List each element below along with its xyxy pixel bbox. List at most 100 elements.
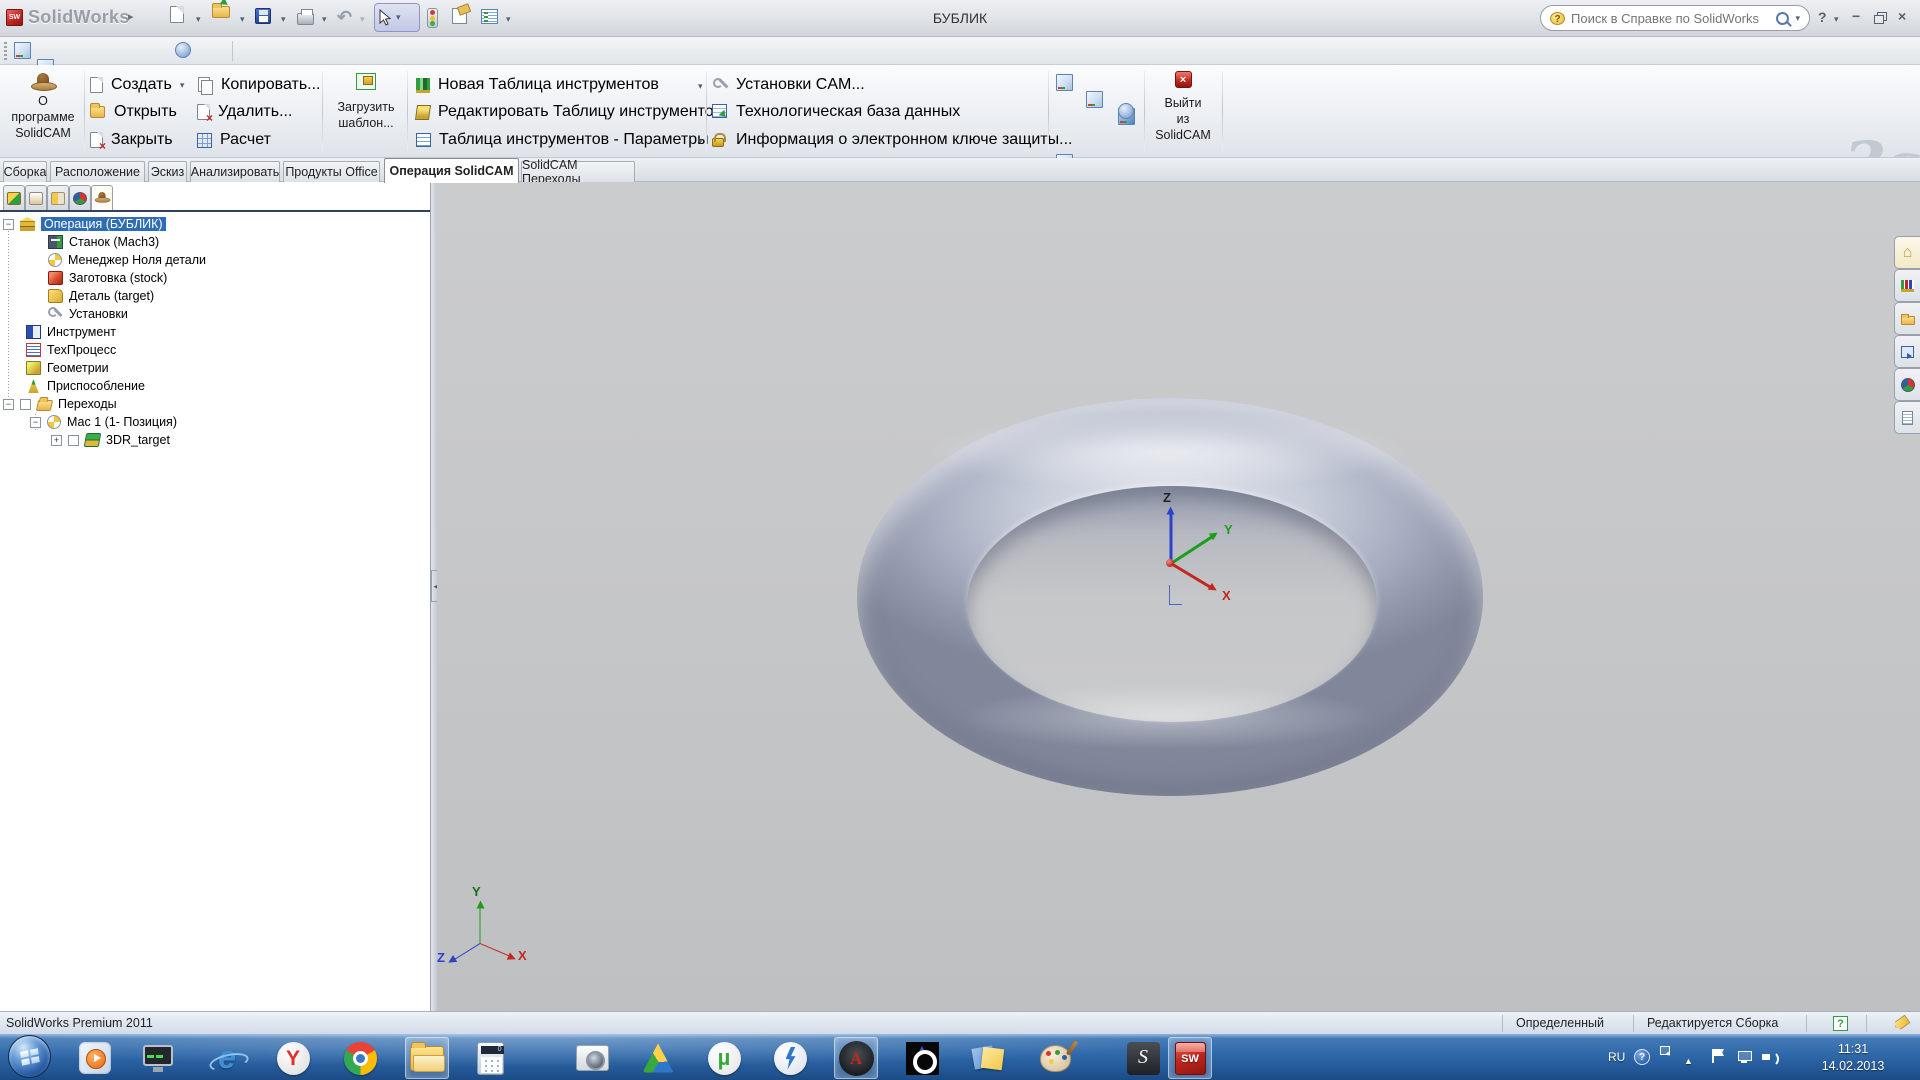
tree-item-machine[interactable]: Станок (Mach3) [0, 233, 159, 251]
open-cam-button[interactable]: Открыть [90, 103, 177, 121]
delete-button[interactable]: Удалить... [197, 103, 292, 121]
close-cam-button[interactable]: Закрыть [90, 131, 173, 149]
taskbar-item-yandex[interactable]: Y [271, 1037, 315, 1079]
copy-button[interactable]: Копировать... [197, 76, 320, 94]
calculate-button[interactable]: Расчет [197, 131, 271, 149]
cam-view-icon[interactable] [1086, 91, 1103, 108]
taskbar-item-internet-explorer[interactable]: e [205, 1037, 249, 1079]
tab-solidcam-transitions[interactable]: SolidCAM Переходы [521, 161, 635, 182]
taskbar-item-calculator[interactable] [468, 1037, 512, 1079]
edit-tool-table-button[interactable]: Редактировать Таблицу инструменто [416, 103, 714, 121]
configuration-manager-tab[interactable] [47, 185, 69, 210]
taskbar-item-daemon-tools[interactable] [768, 1037, 812, 1079]
tool-table-params-dropdown-icon[interactable]: ▾ [698, 136, 703, 147]
tree-item-label[interactable]: 3DR_target [106, 433, 170, 447]
help-button[interactable]: ? [1818, 9, 1827, 25]
expand-icon[interactable]: + [51, 435, 62, 446]
search-input[interactable] [1571, 11, 1770, 26]
help-dropdown-icon[interactable]: ▾ [1834, 14, 1839, 25]
network-icon[interactable] [1738, 1051, 1752, 1063]
tray-window-icon[interactable] [1660, 1046, 1670, 1055]
taskbar-item-alpha-app[interactable]: A [834, 1037, 878, 1079]
tree-item-geometries[interactable]: Геометрии [0, 359, 109, 377]
cam-view-icon[interactable] [1056, 74, 1073, 91]
expand-icon[interactable]: − [30, 417, 41, 428]
solidcam-manager-tab[interactable] [91, 185, 113, 210]
tree-item-process[interactable]: ТехПроцесс [0, 341, 116, 359]
tool-table-dropdown-icon[interactable]: ▾ [698, 81, 703, 92]
about-solidcam-button[interactable]: О программе SolidCAM [4, 73, 82, 141]
action-center-flag-icon[interactable] [1712, 1049, 1724, 1063]
load-template-button[interactable]: Загрузить шаблон... [330, 73, 402, 131]
cam-view-shaded-icon[interactable] [1118, 103, 1134, 119]
tab-evaluate[interactable]: Анализировать [190, 161, 280, 182]
tree-item-label[interactable]: Заготовка (stock) [69, 271, 167, 285]
taskpane-view-palette-tab[interactable] [1894, 335, 1920, 368]
search-dropdown-icon[interactable]: ▾ [1795, 13, 1800, 24]
taskbar-item-solidworks[interactable]: SW [1168, 1037, 1212, 1079]
taskbar-item-mediaget[interactable] [636, 1037, 680, 1079]
tree-item-transitions[interactable]: − Переходы [0, 395, 117, 413]
tree-item-stock[interactable]: Заготовка (stock) [0, 269, 167, 287]
tech-database-button[interactable]: Технологическая база данных [712, 103, 960, 121]
tags-icon[interactable] [1892, 1015, 1910, 1032]
taskbar-item-task-manager[interactable] [136, 1037, 180, 1079]
expand-icon[interactable]: − [3, 219, 14, 230]
tree-item-label[interactable]: Установки [69, 307, 128, 321]
tree-item-3dr-target[interactable]: + 3DR_target [0, 431, 170, 449]
graphics-viewport[interactable]: Z Y X Y X Z [437, 182, 1920, 1011]
property-manager-tab[interactable] [25, 185, 47, 210]
start-button[interactable] [8, 1035, 51, 1078]
tray-expand-icon[interactable]: ▲ [1684, 1056, 1693, 1066]
expand-icon[interactable]: − [3, 399, 14, 410]
origin-point[interactable] [1166, 559, 1174, 567]
taskbar-item-utorrent[interactable]: µ [702, 1037, 746, 1079]
taskpane-design-library-tab[interactable] [1894, 269, 1920, 302]
taskpane-custom-properties-tab[interactable] [1894, 401, 1920, 434]
dongle-info-button[interactable]: Информация о электронном ключе защиты... [712, 131, 1072, 149]
minimize-button[interactable]: − [1852, 8, 1860, 24]
tree-item-label[interactable]: Приспособление [47, 379, 145, 393]
taskbar-item-wmp[interactable] [73, 1037, 117, 1079]
tree-item-label[interactable]: ТехПроцесс [47, 343, 116, 357]
tab-sketch[interactable]: Эскиз [148, 161, 187, 182]
tree-item-settings[interactable]: Установки [0, 305, 128, 323]
tab-solidcam-operation[interactable]: Операция SolidCAM [384, 158, 519, 183]
taskpane-appearances-tab[interactable] [1894, 368, 1920, 401]
taskbar-item-explorer[interactable] [405, 1037, 449, 1079]
tree-item-label[interactable]: Геометрии [47, 361, 109, 375]
create-button[interactable]: Создать▾ [90, 76, 184, 94]
new-tool-table-button[interactable]: Новая Таблица инструментов [416, 76, 659, 94]
cam-settings-button[interactable]: Установки CAM... [712, 76, 865, 94]
volume-icon[interactable] [1762, 1050, 1778, 1064]
taskpane-home-tab[interactable]: ⌂ [1894, 236, 1920, 269]
checkbox[interactable] [68, 435, 79, 446]
taskbar-item-paint[interactable] [1033, 1037, 1077, 1079]
feature-manager-tab[interactable] [3, 185, 25, 210]
exit-solidcam-button[interactable]: × Выйти из SolidCAM [1150, 71, 1216, 143]
taskbar-item-screenshot[interactable] [570, 1037, 614, 1079]
tree-item-label[interactable]: Инструмент [47, 325, 116, 339]
taskbar-item-sticky-notes[interactable] [966, 1037, 1010, 1079]
help-search-box[interactable]: ? ▾ [1540, 5, 1810, 31]
tab-layout[interactable]: Расположение [50, 161, 145, 182]
tree-item-label[interactable]: Станок (Mach3) [69, 235, 159, 249]
close-button[interactable]: × [1898, 8, 1906, 24]
tab-assembly[interactable]: Сборка [3, 161, 47, 182]
tray-help-icon[interactable]: ? [1634, 1049, 1650, 1065]
view-front-icon[interactable] [14, 42, 31, 59]
taskbar-item-swan-app[interactable]: S [1121, 1037, 1165, 1079]
tree-item-zero-manager[interactable]: Менеджер Ноля детали [0, 251, 206, 269]
taskbar-item-chrome[interactable] [338, 1037, 382, 1079]
tree-item-fixture[interactable]: Приспособление [0, 377, 145, 395]
tool-table-params-button[interactable]: Таблица инструментов - Параметры [416, 131, 709, 149]
checkbox[interactable] [20, 399, 31, 410]
tree-item-label[interactable]: Деталь (target) [69, 289, 154, 303]
quick-tips-icon[interactable]: ? [1833, 1016, 1848, 1031]
toolbar-grip[interactable] [4, 42, 7, 60]
tree-item-label[interactable]: Менеджер Ноля детали [68, 253, 206, 267]
search-icon[interactable] [1776, 12, 1789, 25]
tree-item-target[interactable]: Деталь (target) [0, 287, 154, 305]
tree-item-operation[interactable]: − Операция (БУБЛИК) [0, 215, 166, 233]
taskbar-item-capture-app[interactable] [900, 1037, 944, 1079]
